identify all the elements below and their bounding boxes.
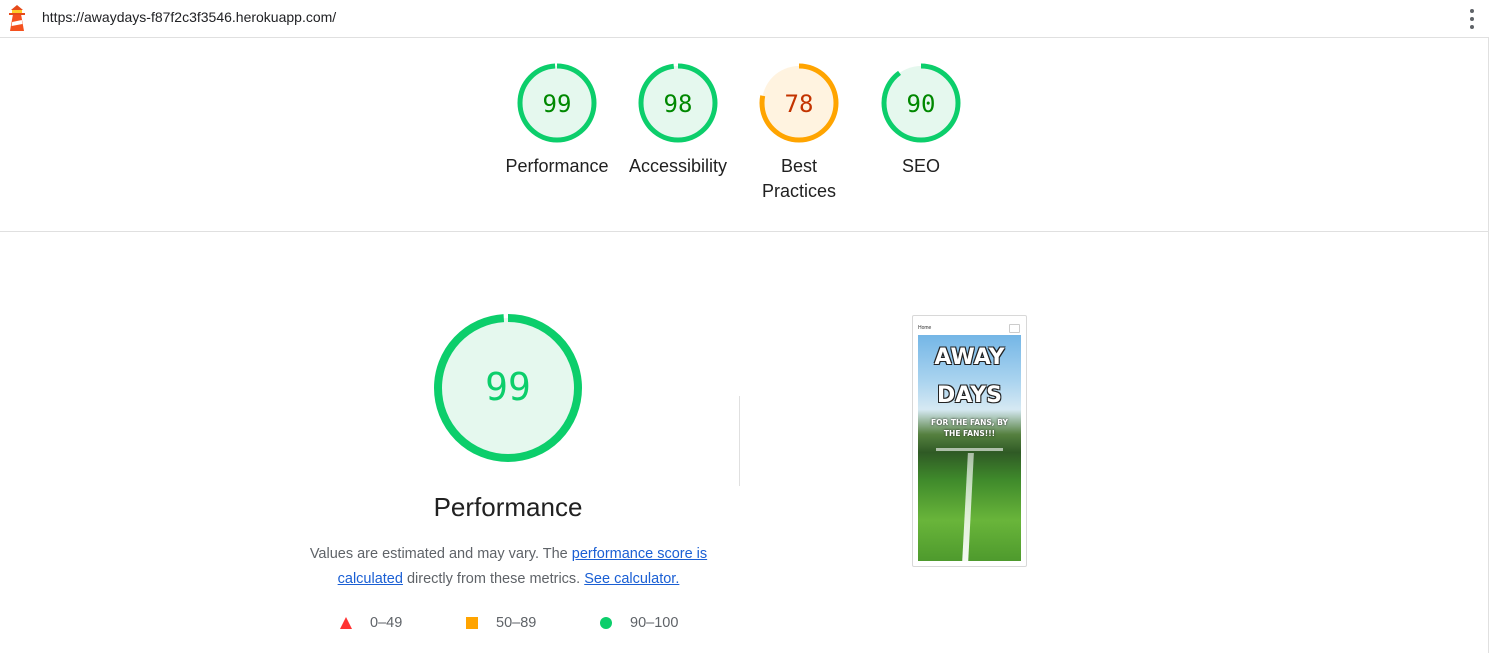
lighthouse-logo-icon — [9, 5, 25, 31]
desc-text: Values are estimated and may vary. The — [309, 546, 572, 562]
more-options-icon[interactable] — [1462, 7, 1482, 31]
legend-range: 50–89 — [496, 615, 537, 631]
gauge-score: 90 — [907, 90, 936, 118]
gauge-label: SEO — [901, 156, 940, 176]
legend-range: 0–49 — [370, 615, 403, 631]
hero-subtitle: FOR THE FANS, BY THE FANS!!! — [931, 418, 1008, 438]
gauge-best-practices[interactable]: 78 Best Practices — [739, 62, 859, 204]
gauge-label: Accessibility — [628, 156, 728, 176]
gauge-performance[interactable]: 99 Performance — [497, 62, 617, 179]
hero-title-line1: AWAY — [934, 345, 1005, 370]
report-url[interactable]: https://awaydays-f87f2c3f3546.herokuapp.… — [42, 9, 336, 25]
screenshot-nav-home: Home — [918, 325, 932, 331]
circle-icon — [600, 617, 612, 629]
gauge-label: Best Practices — [761, 156, 837, 201]
performance-score: 99 — [485, 365, 531, 409]
gauge-ring: 98 — [638, 63, 718, 143]
see-calculator-link[interactable]: See calculator. — [584, 571, 679, 587]
legend-range: 90–100 — [630, 615, 679, 631]
pitch-line — [962, 453, 974, 561]
performance-title: Performance — [433, 492, 583, 522]
final-screenshot[interactable]: Home AWAY DAYS FOR THE FANS, BY THE FANS… — [912, 315, 1027, 567]
gauge-score: 98 — [664, 90, 693, 118]
desc-text: directly from these metrics. — [402, 571, 585, 587]
hero-small-text-bar — [936, 448, 1003, 451]
report-header: https://awaydays-f87f2c3f3546.herokuapp.… — [0, 0, 1488, 38]
gauge-ring: 90 — [881, 63, 961, 143]
gauge-ring: 99 — [517, 63, 597, 143]
gauge-accessibility[interactable]: 98 Accessibility — [618, 62, 738, 179]
gauge-label: Performance — [505, 156, 609, 176]
gauge-ring-large: 99 — [434, 314, 582, 462]
performance-description: Values are estimated and may vary. The p… — [300, 542, 717, 592]
triangle-icon — [340, 617, 352, 629]
section-divider — [739, 396, 740, 486]
hero-title-line2: DAYS — [937, 383, 1002, 408]
hamburger-menu-icon — [1009, 324, 1020, 333]
category-gauges: 99 Performance 98 Accessibility 78 Best … — [0, 37, 1488, 232]
performance-gauge-large: 99 — [408, 312, 608, 469]
gauge-score: 78 — [785, 90, 814, 118]
square-icon — [466, 617, 478, 629]
gauge-ring: 78 — [759, 63, 839, 143]
hero-image: AWAY DAYS FOR THE FANS, BY THE FANS!!! — [918, 335, 1021, 561]
gauge-score: 99 — [543, 90, 572, 118]
gauge-seo[interactable]: 90 SEO — [861, 62, 981, 179]
